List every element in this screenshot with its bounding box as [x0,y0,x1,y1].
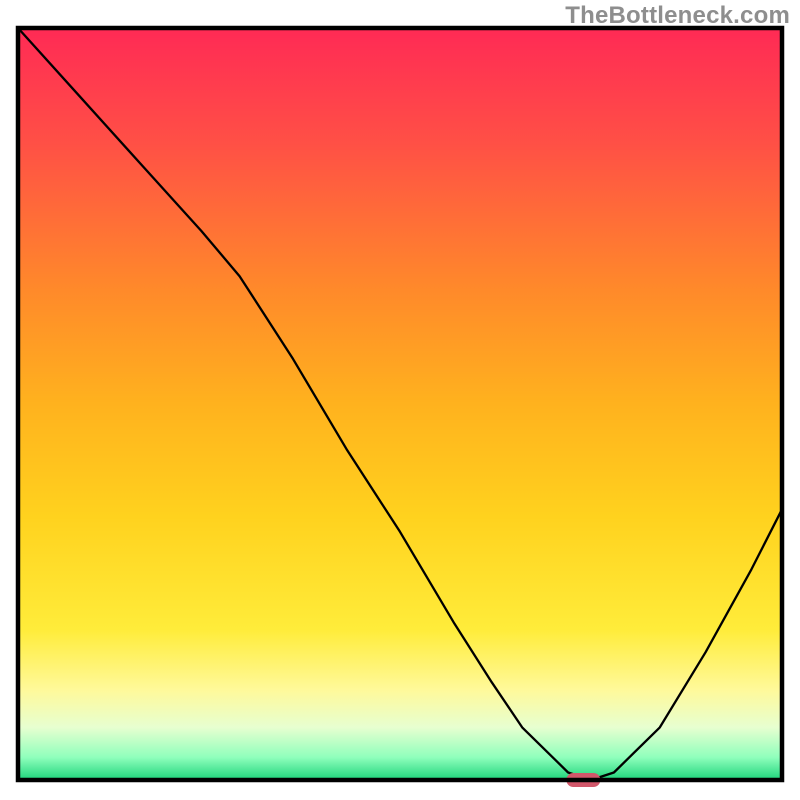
plot-svg [0,0,800,800]
chart-canvas: TheBottleneck.com [0,0,800,800]
plot-background [18,28,782,780]
